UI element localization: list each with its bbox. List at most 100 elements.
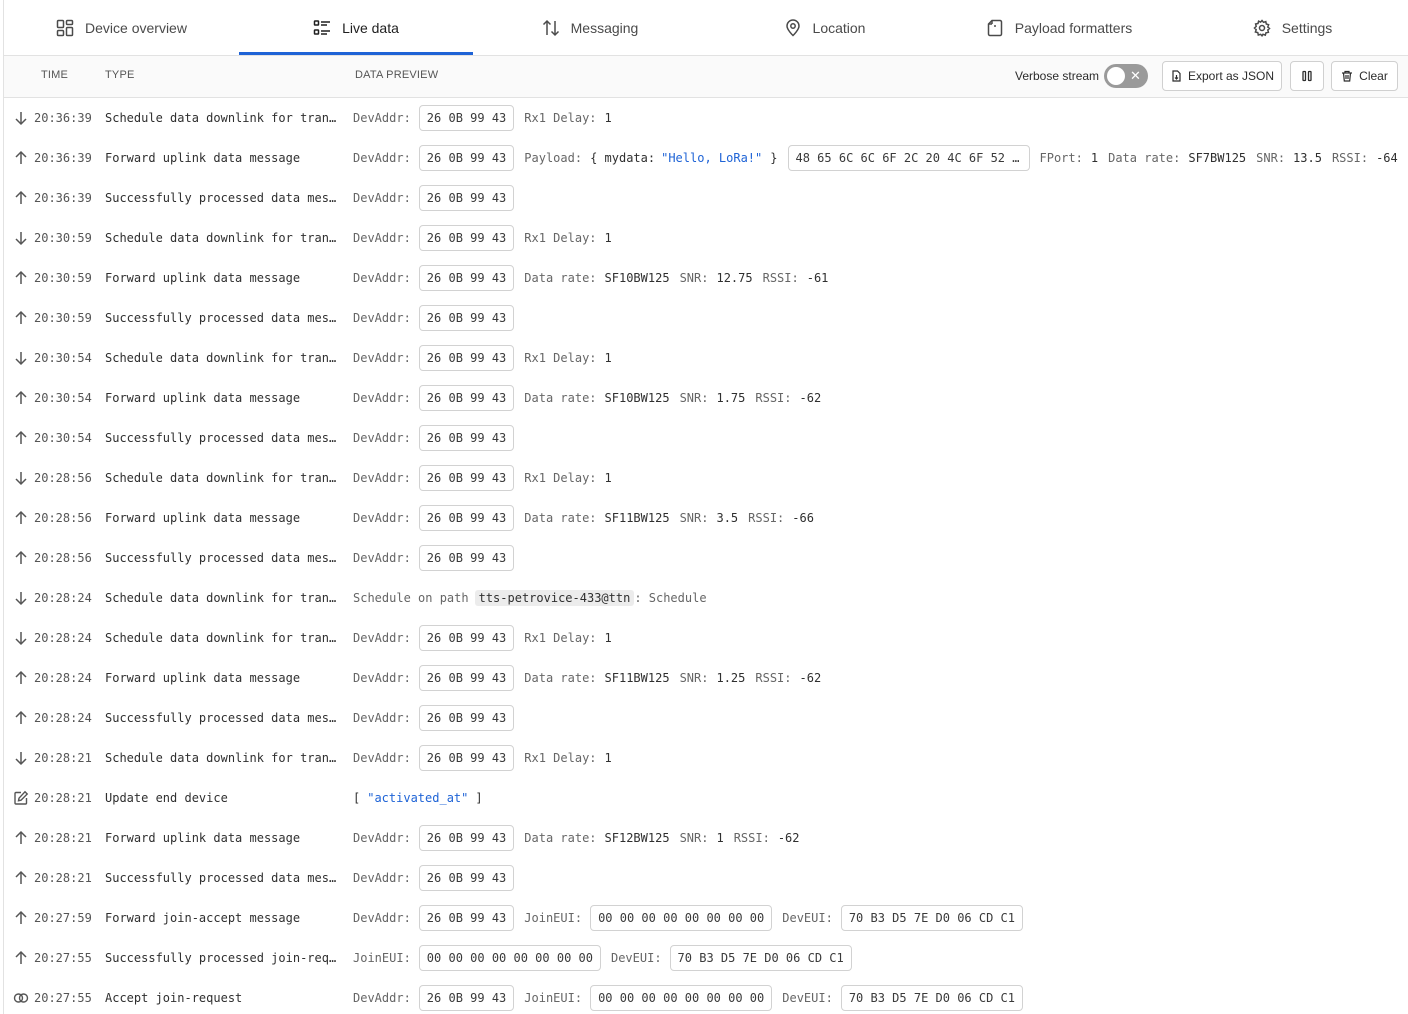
event-time: 20:30:54 (34, 391, 92, 405)
tab-settings[interactable]: Settings (1176, 0, 1408, 56)
payload-object-open: { mydata: (590, 151, 656, 165)
field-value: SF10BW125 (604, 391, 670, 405)
hex-value-chip[interactable]: 26 0B 99 43 (418, 545, 515, 571)
map-pin-icon (784, 19, 802, 37)
hex-value-chip[interactable]: 26 0B 99 43 (418, 865, 515, 891)
tab-device-overview[interactable]: Device overview (4, 0, 239, 56)
field-label: Rx1 Delay: (524, 111, 597, 125)
hex-value-chip[interactable]: 26 0B 99 43 (418, 825, 515, 851)
event-time: 20:28:21 (34, 791, 92, 805)
hex-value-chip[interactable]: 70 B3 D5 7E D0 06 CD C1 (840, 985, 1023, 1011)
field-value: 12.75 (716, 271, 753, 285)
tab-live-data[interactable]: Live data (239, 0, 473, 56)
table-row[interactable]: 20:27:55 Accept join-request DevAddr: 26 0B… (4, 978, 1408, 1014)
event-time: 20:28:21 (34, 751, 92, 765)
code-file-icon (986, 19, 1004, 37)
data-preview: ["activated_at"] (353, 786, 483, 810)
table-row[interactable]: 20:28:21 Schedule data downlink for trans… (4, 738, 1408, 778)
event-time: 20:28:21 (34, 831, 92, 845)
table-row[interactable]: 20:30:59 Successfully processed data mess… (4, 298, 1408, 338)
hex-value-chip[interactable]: 26 0B 99 43 (418, 425, 515, 451)
payload-hex-chip[interactable]: 48 65 6C 6C 6F 2C 20 4C 6F 52 61 21… (787, 145, 1030, 171)
hex-value-chip[interactable]: 26 0B 99 43 (418, 625, 515, 651)
hex-value-chip[interactable]: 26 0B 99 43 (418, 305, 515, 331)
hex-value-chip[interactable]: 26 0B 99 43 (418, 385, 515, 411)
field-label: RSSI: (755, 671, 792, 685)
table-row[interactable]: 20:27:55 Successfully processed join-requ… (4, 938, 1408, 978)
table-row[interactable]: 20:28:24 Forward uplink data message DevAd… (4, 658, 1408, 698)
table-row[interactable]: 20:28:24 Schedule data downlink for trans… (4, 578, 1408, 618)
hex-value-chip[interactable]: 70 B3 D5 7E D0 06 CD C1 (669, 945, 852, 971)
data-preview: DevAddr: 26 0B 99 43 (353, 425, 524, 451)
data-preview: DevAddr: 26 0B 99 43 Data rate: SF11BW125 SN… (353, 505, 824, 531)
field-label: DevAddr: (353, 271, 411, 285)
table-row[interactable]: 20:30:59 Schedule data downlink for trans… (4, 218, 1408, 258)
hex-value-chip[interactable]: 26 0B 99 43 (418, 225, 515, 251)
table-row[interactable]: 20:28:24 Schedule data downlink for trans… (4, 618, 1408, 658)
field-label: DevEUI: (782, 991, 833, 1005)
table-row[interactable]: 20:30:54 Forward uplink data message DevAd… (4, 378, 1408, 418)
field-label: Rx1 Delay: (524, 231, 597, 245)
tab-payload-formatters[interactable]: Payload formatters (942, 0, 1176, 56)
hex-value-chip[interactable]: 70 B3 D5 7E D0 06 CD C1 (840, 905, 1023, 931)
clear-button[interactable]: Clear (1331, 61, 1398, 91)
hex-value-chip[interactable]: 26 0B 99 43 (418, 985, 515, 1011)
field-value: 1.25 (716, 671, 746, 685)
event-time: 20:27:59 (34, 911, 92, 925)
table-row[interactable]: 20:30:54 Successfully processed data mess… (4, 418, 1408, 458)
hex-value-chip[interactable]: 26 0B 99 43 (418, 745, 515, 771)
tab-label: Settings (1281, 20, 1333, 36)
hex-value-chip[interactable]: 26 0B 99 43 (418, 705, 515, 731)
table-row[interactable]: 20:30:54 Schedule data downlink for trans… (4, 338, 1408, 378)
field-value: -62 (777, 831, 800, 845)
field-label: DevAddr: (353, 391, 411, 405)
table-row[interactable]: 20:28:21 Forward uplink data message DevAd… (4, 818, 1408, 858)
arrow-up-icon (12, 269, 30, 287)
table-row[interactable]: 20:36:39 Successfully processed data mess… (4, 178, 1408, 218)
export-json-button[interactable]: Export as JSON (1162, 61, 1282, 91)
table-row[interactable]: 20:28:21 Update end device ["activated_at"… (4, 778, 1408, 818)
hex-value-chip[interactable]: 26 0B 99 43 (418, 145, 515, 171)
event-time: 20:28:56 (34, 551, 92, 565)
grid-icon (56, 19, 74, 37)
table-row[interactable]: 20:28:56 Successfully processed data mess… (4, 538, 1408, 578)
tab-messaging[interactable]: Messaging (473, 0, 707, 56)
fport-value: 1 (1090, 151, 1099, 165)
hex-value-chip[interactable]: 26 0B 99 43 (418, 105, 515, 131)
arrow-down-icon (12, 589, 30, 607)
hex-value-chip[interactable]: 00 00 00 00 00 00 00 00 (590, 985, 773, 1011)
event-type: Schedule data downlink for transmission (105, 231, 337, 245)
table-row[interactable]: 20:30:59 Forward uplink data message DevAd… (4, 258, 1408, 298)
hex-value-chip[interactable]: 26 0B 99 43 (418, 345, 515, 371)
hex-value-chip[interactable]: 26 0B 99 43 (418, 465, 515, 491)
hex-value-chip[interactable]: 26 0B 99 43 (418, 265, 515, 291)
arrow-up-icon (12, 549, 30, 567)
column-header-data-preview: DATA PREVIEW (355, 69, 439, 81)
data-preview: DevAddr: 26 0B 99 43 Rx1 Delay: 1 (353, 625, 622, 651)
table-row[interactable]: 20:28:56 Forward uplink data message DevAd… (4, 498, 1408, 538)
hex-value-chip[interactable]: 26 0B 99 43 (418, 505, 515, 531)
event-type: Forward uplink data message (105, 831, 301, 845)
table-row[interactable]: 20:28:21 Successfully processed data mess… (4, 858, 1408, 898)
hex-value-chip[interactable]: 26 0B 99 43 (418, 185, 515, 211)
data-preview: DevAddr: 26 0B 99 43 (353, 865, 524, 891)
table-row[interactable]: 20:36:39 Schedule data downlink for trans… (4, 98, 1408, 138)
tab-location[interactable]: Location (707, 0, 942, 56)
pause-button[interactable] (1290, 61, 1324, 91)
hex-value-chip[interactable]: 00 00 00 00 00 00 00 00 (590, 905, 773, 931)
arrow-up-icon (12, 909, 30, 927)
table-row[interactable]: 20:28:24 Successfully processed data mess… (4, 698, 1408, 738)
snr-label: SNR: (1256, 151, 1286, 165)
field-label: DevEUI: (782, 911, 833, 925)
table-row[interactable]: 20:28:56 Schedule data downlink for trans… (4, 458, 1408, 498)
table-row[interactable]: 20:36:39 Forward uplink data message DevAd… (4, 138, 1408, 178)
arrow-up-icon (12, 149, 30, 167)
field-label: RSSI: (748, 511, 785, 525)
event-time: 20:30:59 (34, 231, 92, 245)
verbose-stream-toggle[interactable]: ✕ (1104, 64, 1148, 88)
field-label: JoinEUI: (524, 991, 583, 1005)
hex-value-chip[interactable]: 26 0B 99 43 (418, 665, 515, 691)
hex-value-chip[interactable]: 00 00 00 00 00 00 00 00 (418, 945, 601, 971)
hex-value-chip[interactable]: 26 0B 99 43 (418, 905, 515, 931)
table-row[interactable]: 20:27:59 Forward join-accept message DevAd… (4, 898, 1408, 938)
